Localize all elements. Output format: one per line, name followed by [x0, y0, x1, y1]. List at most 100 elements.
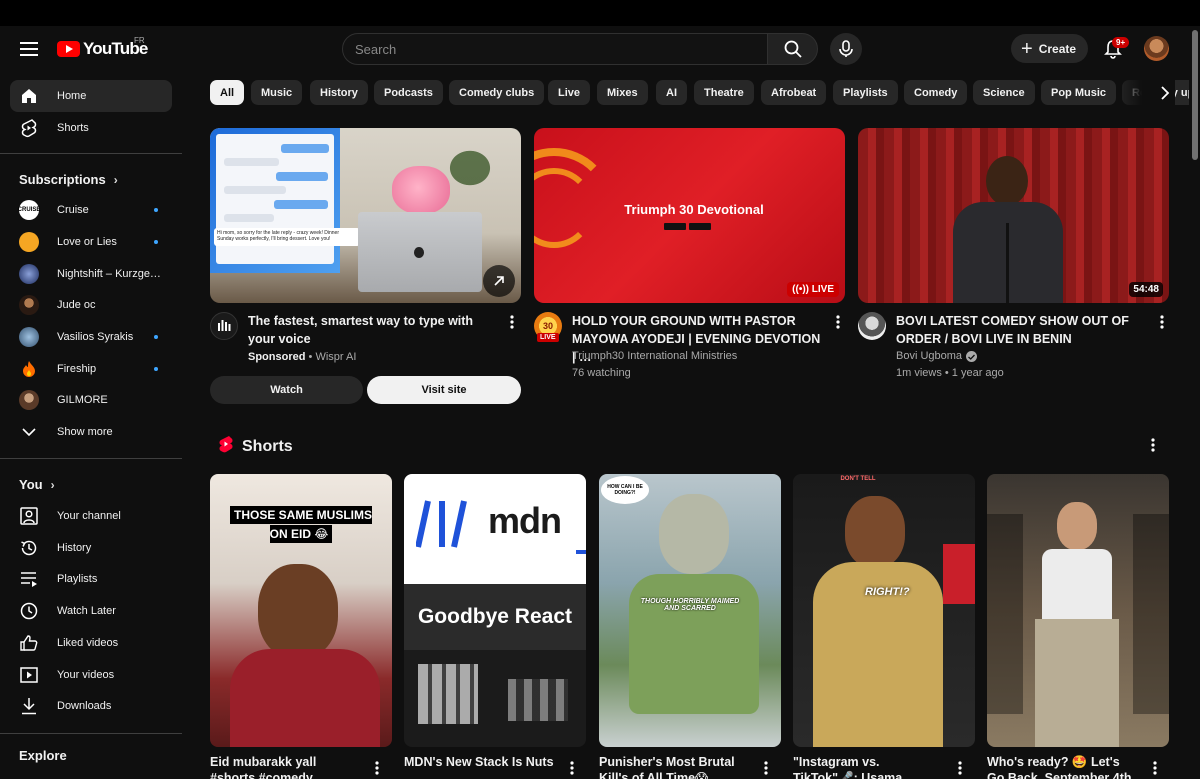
search-box[interactable]: [342, 33, 768, 65]
sidebar-item-downloads[interactable]: Downloads: [10, 690, 172, 722]
live-badge: ((•)) LIVE: [787, 282, 839, 297]
sub-label: Fireship: [57, 363, 97, 375]
more-options-icon[interactable]: [1145, 435, 1161, 455]
chip-comedy-clubs[interactable]: Comedy clubs: [449, 80, 545, 105]
sidebar-item-history[interactable]: History: [10, 532, 172, 564]
more-options-icon[interactable]: [504, 312, 520, 332]
sidebar-sub-jude-oc[interactable]: Jude oc: [10, 290, 172, 320]
video-thumbnail-live[interactable]: Triumph 30 Devotional ((•)) LIVE: [534, 128, 845, 303]
chip-all[interactable]: All: [210, 80, 245, 105]
bovi-avatar[interactable]: [858, 312, 886, 340]
short-thumbnail[interactable]: [987, 474, 1169, 747]
sidebar-item-shorts[interactable]: Shorts: [10, 112, 172, 144]
ad-meta: Sponsored • Wispr AI: [248, 349, 356, 366]
chip-theatre[interactable]: Theatre: [694, 80, 754, 105]
voice-search-button[interactable]: [830, 33, 862, 65]
thumb-title-text: Triumph 30 Devotional: [624, 202, 764, 217]
channel-icon: [19, 506, 39, 526]
chip-live[interactable]: Live: [548, 80, 591, 105]
short-title[interactable]: Who's ready? 🤩 Let's Go Back, September …: [987, 754, 1137, 779]
create-button[interactable]: + Create: [1011, 34, 1088, 63]
video-duration: 54:48: [1129, 282, 1163, 297]
short-title[interactable]: MDN's New Stack Is Nuts: [404, 754, 554, 770]
watch-button[interactable]: Watch: [210, 376, 363, 404]
short-face: [1057, 502, 1097, 550]
visit-site-button[interactable]: Visit site: [367, 376, 521, 404]
menu-icon[interactable]: [14, 34, 44, 64]
search-button[interactable]: [767, 33, 818, 65]
sidebar-sub-love-or-lies[interactable]: Love or Lies: [10, 227, 172, 257]
mdn-logo-area: mdn: [404, 474, 586, 584]
sidebar-item-home[interactable]: Home: [10, 80, 172, 112]
sidebar-item-liked-videos[interactable]: Liked videos: [10, 627, 172, 659]
more-options-icon[interactable]: [758, 758, 774, 778]
short-thumbnail[interactable]: THOSE SAME MUSLIMS ON EID 😂: [210, 474, 392, 747]
video-meta: 76 watching: [572, 367, 631, 379]
sidebar-sub-gilmore[interactable]: GILMORE: [10, 385, 172, 415]
more-options-icon[interactable]: [369, 758, 385, 778]
more-options-icon[interactable]: [1147, 758, 1163, 778]
video-thumbnail-bovi[interactable]: 54:48: [858, 128, 1169, 303]
search-input[interactable]: [355, 41, 767, 57]
chip-pop-music[interactable]: Pop Music: [1041, 80, 1117, 105]
sidebar-sub-nightshift[interactable]: Nightshift – Kurzge…: [10, 259, 172, 289]
chip-podcasts[interactable]: Podcasts: [374, 80, 443, 105]
short-thumbnail[interactable]: mdn Goodbye React: [404, 474, 586, 747]
channel-name[interactable]: Bovi Ugboma: [896, 348, 962, 365]
dancer-right: [1133, 514, 1169, 714]
external-link-icon[interactable]: [483, 265, 515, 297]
short-title[interactable]: "Instagram vs. TikTok"🎤: Usama Siddiquee: [793, 754, 943, 779]
short-title[interactable]: Punisher's Most Brutal Kill's of All Tim…: [599, 754, 749, 779]
thumb-head: [986, 156, 1028, 206]
goodbye-banner: Goodbye React: [404, 584, 586, 650]
chip-mixes[interactable]: Mixes: [597, 80, 648, 105]
channel-name[interactable]: Wispr AI: [315, 351, 356, 363]
sidebar-sub-fireship[interactable]: Fireship: [10, 354, 172, 384]
short-face: [258, 564, 338, 659]
sidebar-sub-cruise[interactable]: CRUISE Cruise: [10, 195, 172, 225]
sidebar-item-your-channel[interactable]: Your channel: [10, 500, 172, 532]
more-options-icon[interactable]: [830, 312, 846, 332]
chip-history[interactable]: History: [310, 80, 368, 105]
sidebar-item-watch-later[interactable]: Watch Later: [10, 595, 172, 627]
channel-avatar: [19, 295, 39, 315]
more-options-icon[interactable]: [564, 758, 580, 778]
more-options-icon[interactable]: [952, 758, 968, 778]
scrollbar-thumb[interactable]: [1192, 30, 1198, 160]
chip-science[interactable]: Science: [973, 80, 1035, 105]
short-thumbnail[interactable]: DON'T TELL RIGHT!?: [793, 474, 975, 747]
youtube-play-icon: [57, 41, 80, 57]
sidebar: Home Shorts Subscriptions › CRUISE Cruis…: [0, 72, 182, 779]
sidebar-item-label: Downloads: [57, 700, 112, 712]
sidebar-item-label: Shorts: [57, 122, 89, 134]
explore-title: Explore: [19, 748, 67, 763]
sidebar-item-your-videos[interactable]: Your videos: [10, 659, 172, 691]
new-content-dot: [154, 367, 158, 371]
video-title[interactable]: The fastest, smartest way to type with y…: [248, 312, 503, 348]
wispr-avatar[interactable]: [210, 312, 238, 340]
chip-afrobeat[interactable]: Afrobeat: [761, 80, 827, 105]
short-title[interactable]: Eid mubarakk yall #shorts #comedy: [210, 754, 360, 779]
video-title[interactable]: BOVI LATEST COMEDY SHOW OUT OF ORDER / B…: [896, 312, 1151, 348]
thumb-plant: [435, 138, 505, 198]
you-header[interactable]: You ›: [19, 477, 55, 492]
comic-caption: THOUGH HORRIBLY MAIMED AND SCARRED: [640, 598, 740, 612]
subscriptions-header[interactable]: Subscriptions ›: [19, 172, 118, 187]
short-body: [629, 574, 759, 714]
short-thumbnail[interactable]: HOW CAN I BE DOING?! THOUGH HORRIBLY MAI…: [599, 474, 781, 747]
account-avatar[interactable]: [1144, 36, 1169, 61]
chip-music[interactable]: Music: [251, 80, 303, 105]
channel-name[interactable]: Triumph30 International Ministries: [572, 348, 737, 365]
more-options-icon[interactable]: [1154, 312, 1170, 332]
sidebar-sub-vasilios[interactable]: Vasilios Syrakis: [10, 322, 172, 352]
search-icon: [784, 40, 802, 58]
chevron-right-icon[interactable]: [1153, 80, 1178, 105]
video-thumbnail-ad[interactable]: Hi mom, so sorry for the late reply - cr…: [210, 128, 521, 303]
chip-ai[interactable]: AI: [656, 80, 687, 105]
short-pants: [1035, 619, 1119, 747]
chip-comedy[interactable]: Comedy: [904, 80, 968, 105]
sidebar-item-playlists[interactable]: Playlists: [10, 563, 172, 595]
show-more-button[interactable]: Show more: [10, 417, 172, 447]
playlists-icon: [19, 569, 39, 589]
chip-playlists[interactable]: Playlists: [833, 80, 898, 105]
